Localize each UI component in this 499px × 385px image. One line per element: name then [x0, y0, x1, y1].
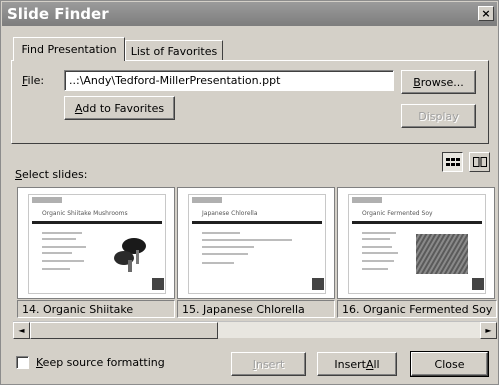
slide-corner-logo — [312, 278, 324, 290]
keep-source-formatting-label[interactable]: Keep source formatting — [36, 356, 165, 369]
slide-bullet — [362, 238, 390, 240]
scroll-left-icon[interactable]: ◄ — [13, 322, 30, 339]
tab-label: List of Favorites — [130, 44, 218, 58]
slide-finder-window: Slide Finder × Find Presentation List of… — [0, 0, 499, 385]
display-button[interactable]: Display — [401, 104, 476, 128]
slide-bullet — [42, 260, 84, 262]
file-label: File: — [22, 74, 45, 87]
insert-all-button[interactable]: Insert All — [317, 352, 397, 376]
horizontal-scrollbar[interactable]: ◄ ► — [13, 321, 497, 339]
slide-header-bar — [192, 197, 222, 203]
tab-label: Find Presentation — [21, 43, 117, 56]
slide-bullet — [42, 252, 72, 254]
slides-strip[interactable]: Organic Shiitake Mushrooms 14. Organic S… — [13, 183, 497, 321]
slide-corner-logo — [472, 278, 484, 290]
title-bar[interactable]: Slide Finder × — [2, 2, 497, 26]
slide-bullet — [42, 238, 76, 240]
slide-bullet — [42, 232, 82, 234]
slide-bullet — [362, 260, 394, 262]
add-to-favorites-button[interactable]: Add to Favorites — [64, 96, 175, 120]
slide-bullet — [202, 232, 240, 234]
slide-bullet — [362, 232, 396, 234]
slide-bullet — [362, 268, 388, 270]
slide-title: Japanese Chlorella — [202, 210, 258, 217]
slide-bullet — [202, 246, 254, 248]
tab-find-presentation[interactable]: Find Presentation — [13, 37, 125, 61]
slide-bullet — [202, 253, 248, 255]
list-view-icon[interactable] — [442, 152, 463, 172]
close-icon[interactable]: × — [478, 6, 494, 21]
slide-thumbnail-14[interactable]: Organic Shiitake Mushrooms — [17, 187, 175, 299]
slide-rule — [352, 221, 482, 224]
slide-bullet — [362, 246, 392, 248]
slide-caption-15: 15. Japanese Chlorella — [177, 300, 335, 318]
slide-bullet — [42, 246, 86, 248]
select-slides-label: Select slides: — [15, 168, 88, 181]
slide-rule — [32, 221, 162, 224]
slide-title: Organic Fermented Soy — [362, 210, 433, 217]
tab-list-of-favorites[interactable]: List of Favorites — [125, 40, 223, 62]
slide-bullet — [42, 268, 70, 270]
file-path-field[interactable]: ..:\Andy\Tedford-MillerPresentation.ppt — [64, 70, 394, 91]
scroll-right-icon[interactable]: ► — [480, 322, 497, 339]
window-title: Slide Finder — [7, 5, 109, 23]
slide-caption-14: 14. Organic Shiitake — [17, 300, 175, 318]
scroll-thumb[interactable] — [30, 322, 218, 339]
slide-bullet — [362, 252, 398, 254]
slide-bullet — [202, 262, 234, 264]
thumbnail-view-icon[interactable] — [469, 152, 490, 172]
slide-background — [188, 194, 326, 294]
slide-bullet — [202, 239, 292, 241]
slide-header-bar — [352, 197, 382, 203]
close-button[interactable]: Close — [410, 351, 489, 377]
mushroom-image — [114, 238, 146, 272]
slide-thumbnail-15[interactable]: Japanese Chlorella — [177, 187, 335, 299]
browse-button[interactable]: Browse... — [401, 70, 476, 94]
field-image — [416, 234, 468, 274]
insert-button[interactable]: Insert — [231, 352, 306, 376]
slide-caption-16: 16. Organic Fermented Soy — [337, 300, 497, 318]
slide-header-bar — [32, 197, 62, 203]
keep-source-formatting-checkbox[interactable] — [16, 356, 29, 369]
slide-thumbnail-16[interactable]: Organic Fermented Soy — [337, 187, 495, 299]
slide-rule — [192, 221, 322, 224]
slide-corner-logo — [152, 278, 164, 290]
slide-title: Organic Shiitake Mushrooms — [42, 210, 128, 217]
